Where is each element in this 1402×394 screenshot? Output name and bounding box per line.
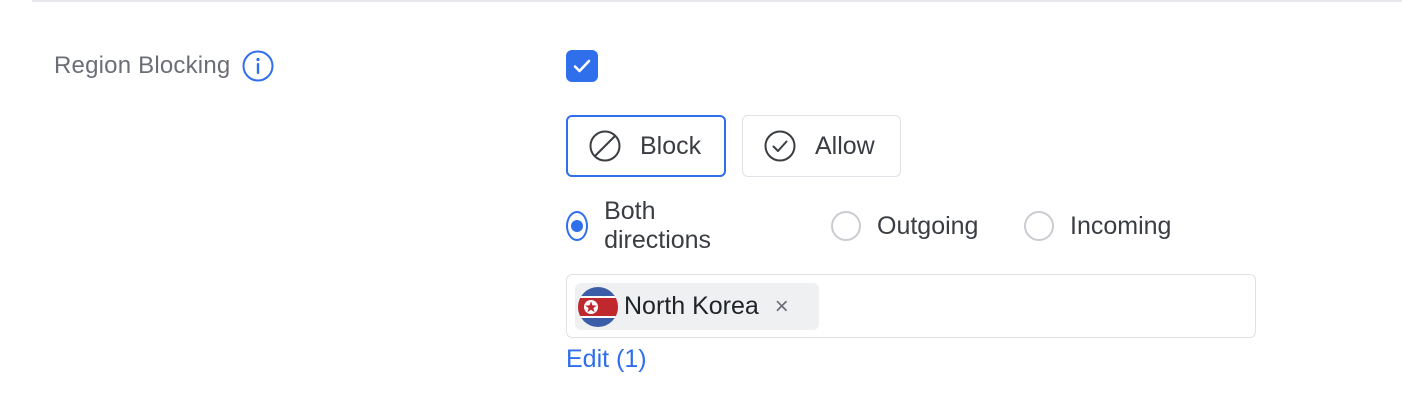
- setting-label-row: Region Blocking: [54, 50, 274, 82]
- checkmark-icon: [573, 59, 591, 73]
- setting-label: Region Blocking: [54, 52, 231, 79]
- radio-circle: [1024, 211, 1054, 241]
- allow-mode-label: Allow: [815, 131, 875, 160]
- info-icon[interactable]: [242, 50, 274, 82]
- block-mode-label: Block: [640, 131, 702, 160]
- region-chip-label: North Korea: [624, 292, 759, 320]
- north-korea-flag-icon: [578, 286, 618, 327]
- region-blocking-page: Region Blocking Block Allow Both directi…: [0, 0, 1402, 394]
- edit-regions-link[interactable]: Edit (1): [566, 345, 647, 374]
- top-divider: [32, 0, 1402, 2]
- radio-outgoing[interactable]: Outgoing: [831, 208, 978, 244]
- check-circle-icon: [764, 130, 796, 162]
- radio-circle: [566, 211, 589, 241]
- radio-label: Both directions: [604, 197, 712, 254]
- allow-mode-button[interactable]: Allow: [742, 115, 901, 177]
- remove-chip-icon[interactable]: ×: [775, 294, 789, 319]
- block-icon: [589, 130, 621, 162]
- radio-label: Incoming: [1070, 211, 1172, 240]
- region-blocking-checkbox[interactable]: [566, 50, 598, 82]
- region-select-input[interactable]: North Korea ×: [566, 274, 1256, 338]
- radio-both-directions[interactable]: Both directions: [566, 197, 719, 254]
- region-chip: North Korea ×: [575, 283, 819, 330]
- radio-incoming[interactable]: Incoming: [1024, 208, 1171, 244]
- radio-circle: [831, 211, 861, 241]
- block-mode-button[interactable]: Block: [566, 115, 726, 177]
- radio-label: Outgoing: [877, 211, 979, 240]
